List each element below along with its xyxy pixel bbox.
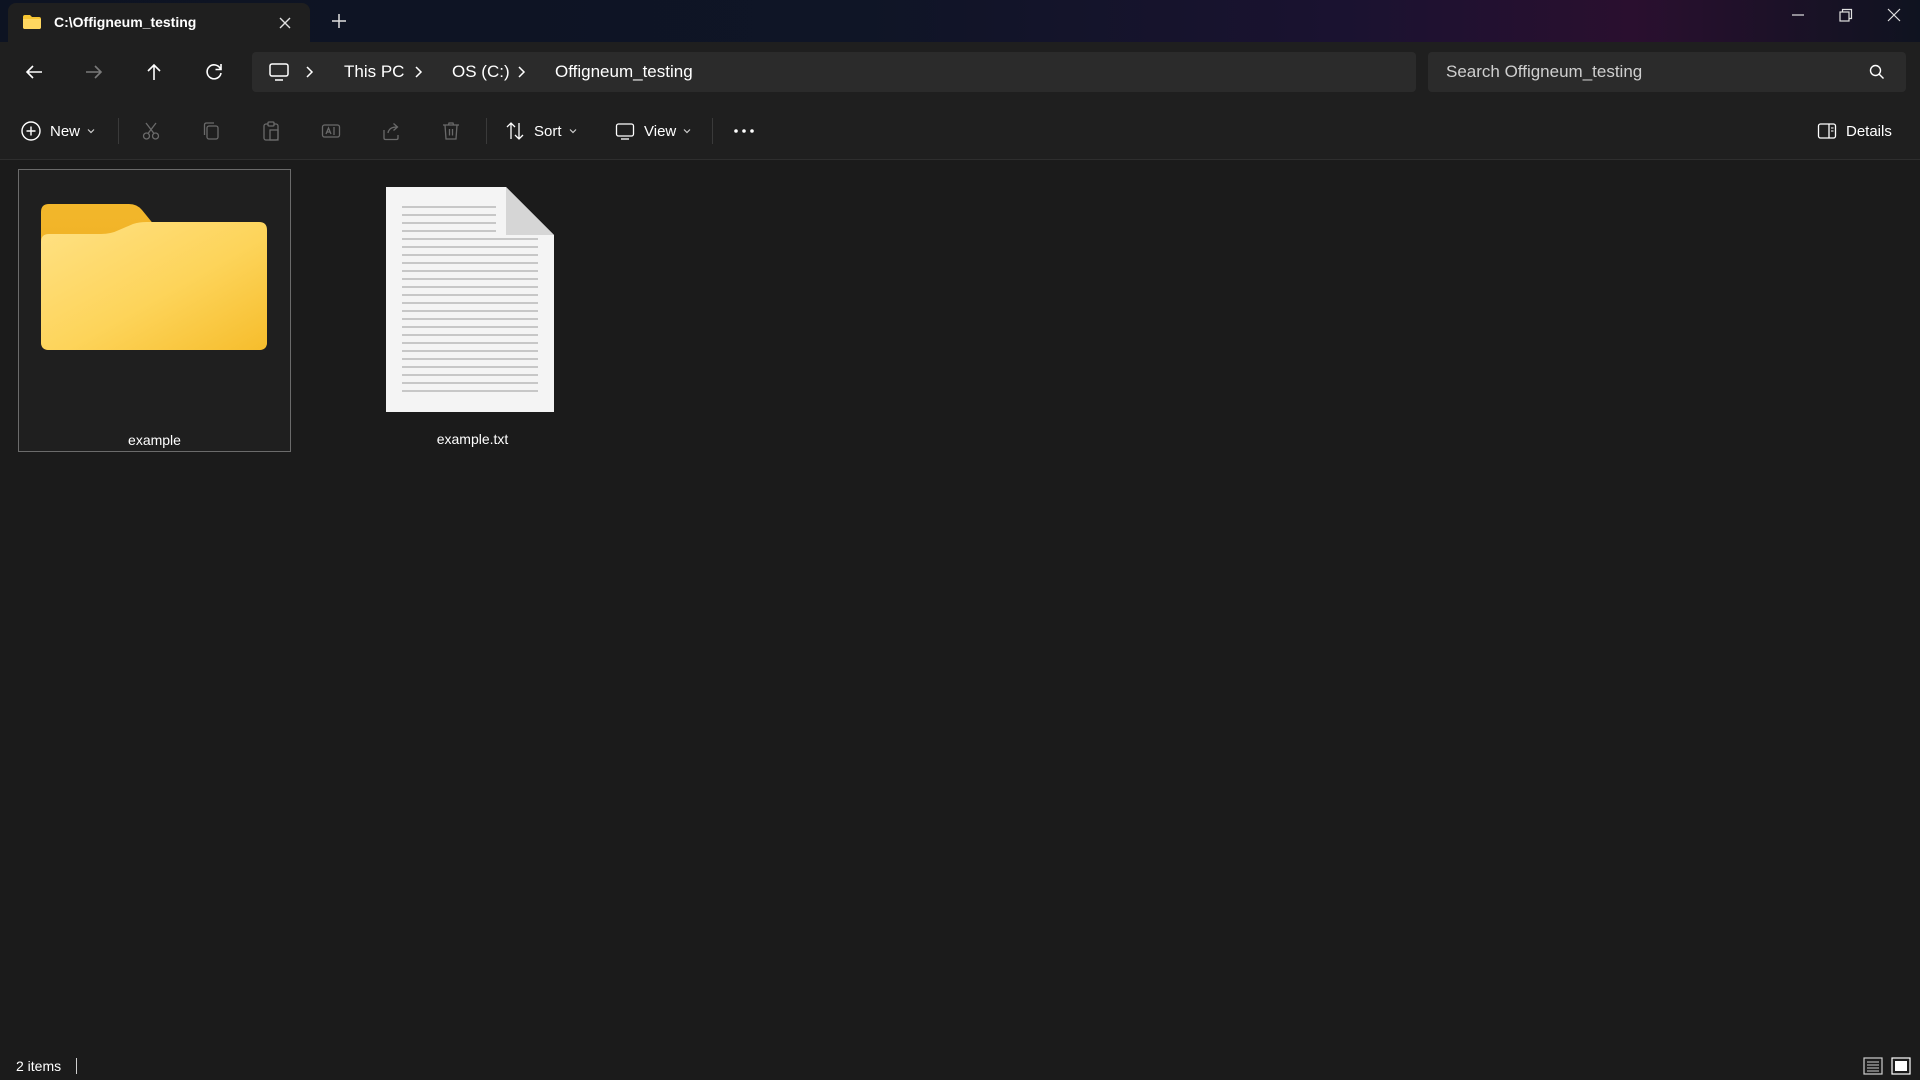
folder-icon [41,204,267,350]
search-placeholder: Search Offigneum_testing [1446,62,1643,81]
share-icon [383,123,399,141]
breadcrumb[interactable]: This PC OS (C:) Offigneum_testing [252,52,1416,92]
tab-offigneum-testing[interactable]: C:\Offigneum_testing [8,3,310,42]
cut-button[interactable] [140,116,162,146]
search-input[interactable]: Search Offigneum_testing [1428,52,1906,92]
close-window-icon[interactable] [1882,6,1906,24]
back-icon[interactable] [22,60,46,84]
sort-button[interactable]: Sort [504,116,578,146]
paste-button[interactable] [260,116,282,146]
crumb-this-pc[interactable]: This PC [344,62,404,82]
view-icon [615,123,635,140]
delete-button[interactable] [440,116,462,146]
sort-label: Sort [534,122,562,140]
tab-close-icon[interactable] [276,14,294,32]
details-label: Details [1846,122,1892,140]
item-name: example.txt [436,431,509,447]
delete-icon [443,122,459,140]
new-button[interactable]: New [20,116,96,146]
file-explorer-window: C:\Offigneum_testing This PC OS (C:) Off… [0,0,1920,1080]
text-file-icon [386,187,554,412]
item-count: 2 items [16,1058,62,1074]
folder-item-example[interactable]: example [18,169,291,452]
see-more-button[interactable] [732,116,756,146]
search-icon[interactable] [1868,63,1886,81]
this-pc-icon[interactable] [268,62,290,82]
rename-button[interactable] [320,116,342,146]
chevron-down-icon [683,129,691,134]
details-pane-icon [1817,123,1837,139]
paste-icon [263,121,279,141]
refresh-icon[interactable] [202,60,226,84]
divider [76,1058,77,1074]
cut-icon [142,122,160,140]
chevron-right-icon[interactable] [411,64,425,80]
tab-title: C:\Offigneum_testing [54,14,197,30]
divider [118,118,119,144]
new-tab-icon[interactable] [330,12,348,30]
crumb-os-c[interactable]: OS (C:) [452,62,510,82]
divider [712,118,713,144]
add-circle-icon [21,121,41,141]
copy-icon [203,122,219,140]
sort-icon [506,122,524,140]
details-view-icon[interactable] [1862,1056,1884,1076]
details-button[interactable]: Details [1816,116,1892,146]
large-icons-view-icon[interactable] [1890,1056,1912,1076]
item-name: example [128,432,181,448]
new-label: New [50,122,81,140]
crumb-offigneum-testing[interactable]: Offigneum_testing [555,62,693,82]
command-bar: New Sort View Details [0,102,1920,160]
status-bar: 2 items [0,1048,1920,1080]
more-icon [734,129,754,133]
minimize-icon[interactable] [1786,6,1810,24]
view-button[interactable]: View [614,116,692,146]
title-bar: C:\Offigneum_testing [0,0,1920,42]
file-item-example-txt[interactable]: example.txt [336,169,609,452]
chevron-down-icon [569,129,576,134]
rename-icon [321,124,341,138]
share-button[interactable] [380,116,402,146]
folder-icon [23,15,41,29]
chevron-down-icon [87,129,95,134]
chevron-right-icon[interactable] [514,64,528,80]
file-list: example example.txt [0,160,1920,1048]
address-bar: This PC OS (C:) Offigneum_testing Search… [0,42,1920,102]
forward-icon[interactable] [82,60,106,84]
up-icon[interactable] [142,60,166,84]
view-label: View [644,122,677,140]
copy-button[interactable] [200,116,222,146]
chevron-right-icon[interactable] [302,64,316,80]
restore-icon[interactable] [1833,6,1857,24]
divider [486,118,487,144]
